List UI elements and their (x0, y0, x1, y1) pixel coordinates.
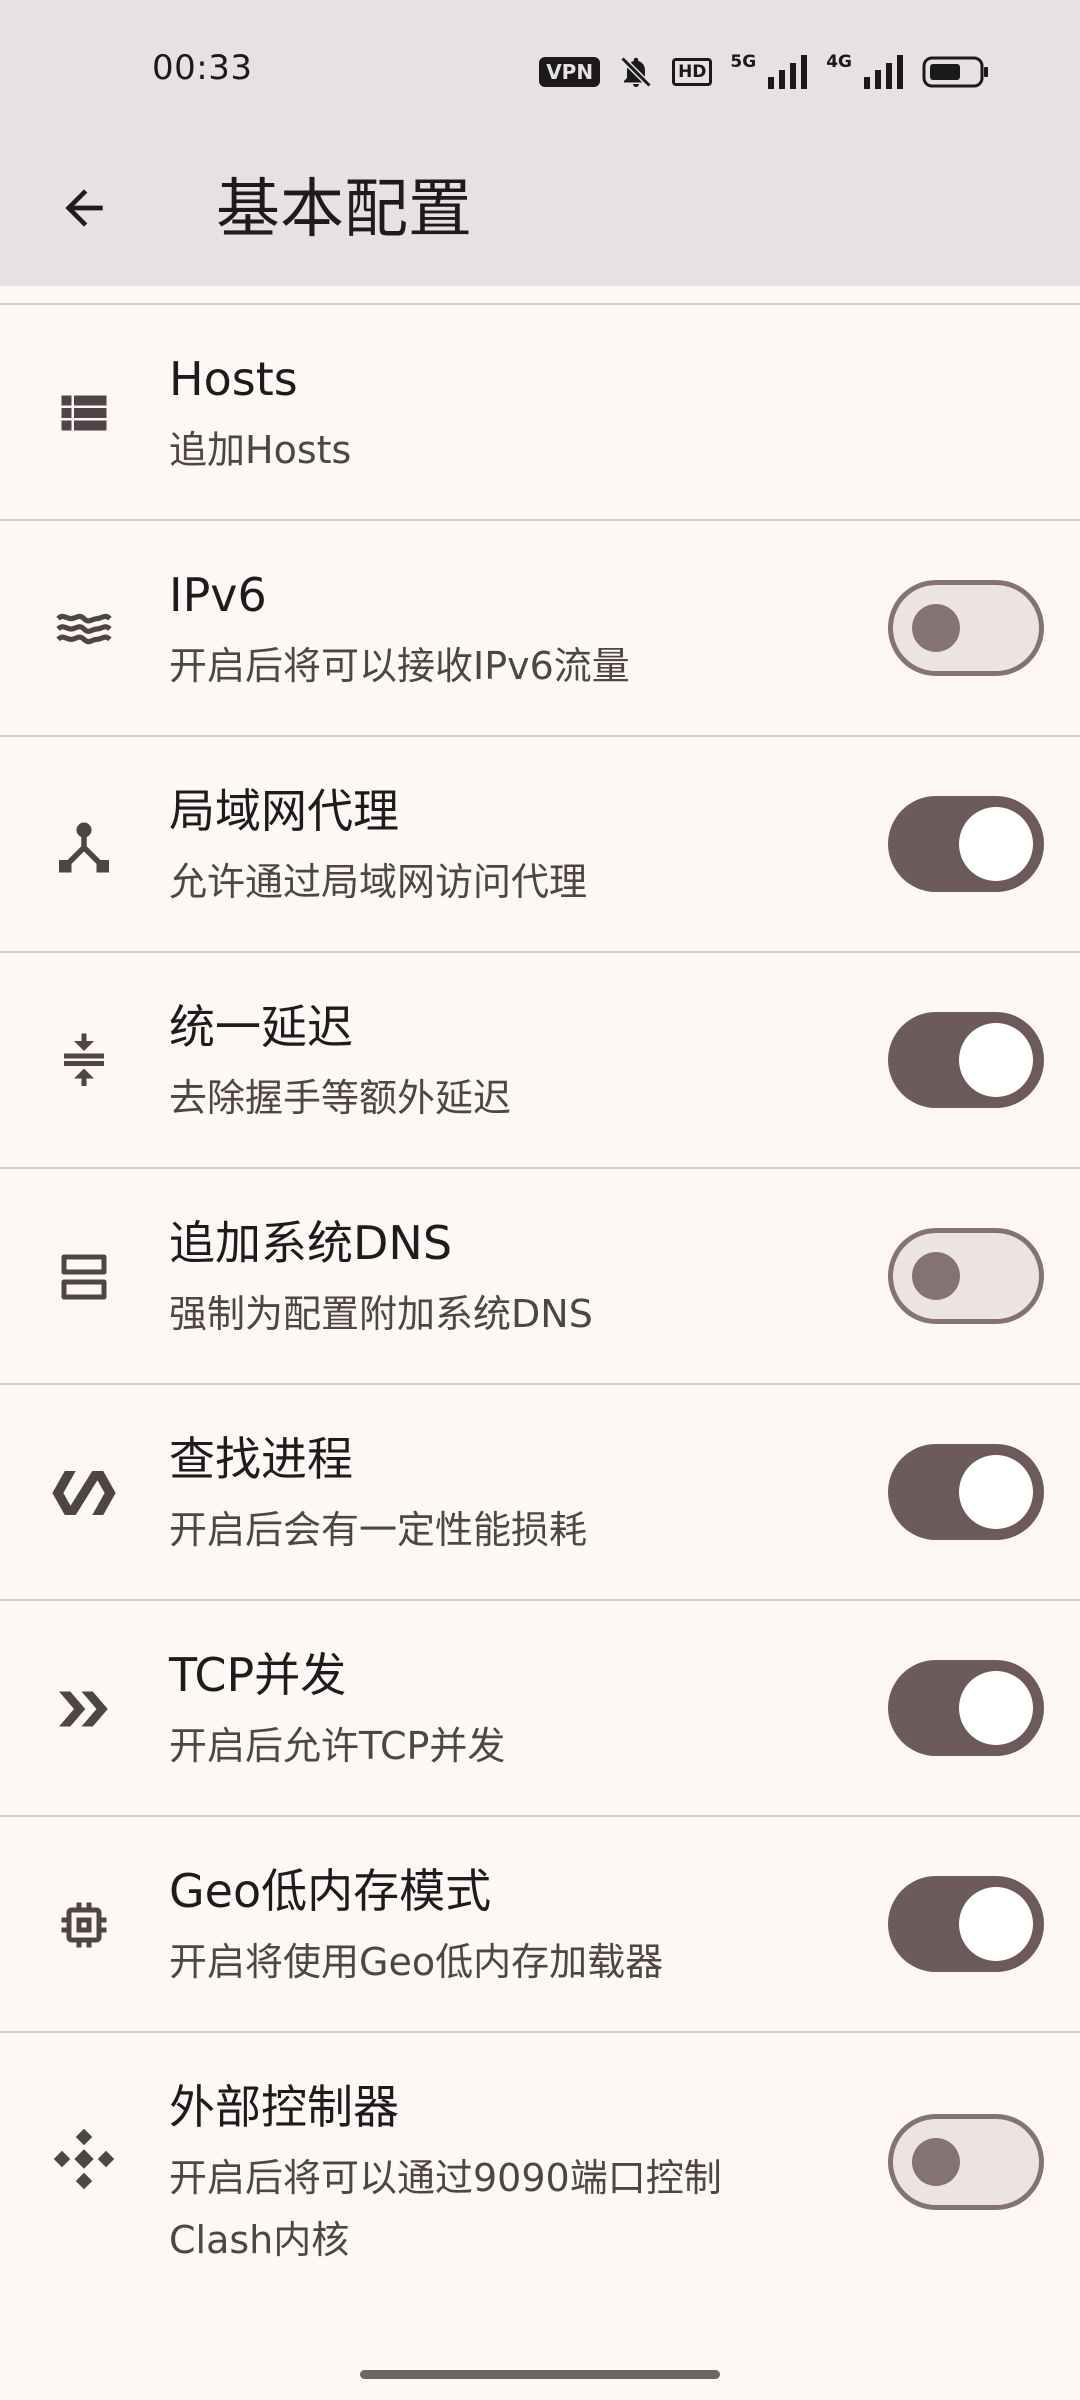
setting-title: 追加系统DNS (169, 1216, 453, 1270)
settings-list: Hosts 追加Hosts IPv6 开启后将可以接收IPv6流量 局域网代理 … (0, 305, 1080, 2283)
page-title: 基本配置 (216, 173, 472, 247)
home-indicator[interactable] (360, 2370, 720, 2379)
unified-delay-toggle[interactable] (888, 1012, 1044, 1108)
toggle-knob (959, 1887, 1033, 1961)
setting-item-lan-proxy[interactable]: 局域网代理 允许通过局域网访问代理 (0, 737, 1080, 953)
compress-icon (48, 1025, 120, 1097)
find-process-toggle[interactable] (888, 1444, 1044, 1540)
toggle-knob (912, 604, 960, 652)
double-chevron-icon (48, 1673, 120, 1745)
memory-chip-icon (48, 1889, 120, 1961)
network-5g-label: 5G (730, 52, 757, 72)
signal-4g-icon (864, 55, 903, 89)
setting-subtitle: 去除握手等额外延迟 (169, 1076, 512, 1120)
list-icon (48, 377, 120, 449)
setting-item-geo-low-memory[interactable]: Geo低内存模式 开启将使用Geo低内存加载器 (0, 1817, 1080, 2033)
ipv6-toggle[interactable] (888, 580, 1044, 676)
tcp-concurrent-toggle[interactable] (888, 1660, 1044, 1756)
setting-item-external-controller[interactable]: 外部控制器 开启后将可以通过9090端口控制Clash内核 (0, 2033, 1080, 2283)
external-controller-toggle[interactable] (888, 2114, 1044, 2210)
setting-item-ipv6[interactable]: IPv6 开启后将可以接收IPv6流量 (0, 521, 1080, 737)
status-icons: VPN HD 5G 4G (539, 50, 990, 94)
polymer-icon (48, 1457, 120, 1529)
toggle-knob (959, 1023, 1033, 1097)
setting-subtitle: 开启后将可以通过9090端口控制Clash内核 (169, 2156, 722, 2262)
setting-title: Hosts (169, 352, 298, 406)
dns-icon (48, 1241, 120, 1313)
setting-title: 统一延迟 (169, 1000, 353, 1054)
toggle-knob (959, 1455, 1033, 1529)
toggle-knob (912, 2138, 960, 2186)
arrow-back-icon (65, 189, 103, 227)
toggle-knob (959, 1671, 1033, 1745)
back-button[interactable] (40, 164, 128, 252)
toggle-knob (912, 1252, 960, 1300)
signal-5g-icon (768, 55, 808, 89)
setting-title: 局域网代理 (169, 784, 399, 838)
hd-icon: HD (672, 58, 713, 86)
setting-title: Geo低内存模式 (169, 1864, 492, 1918)
setting-item-hosts[interactable]: Hosts 追加Hosts (0, 305, 1080, 521)
setting-item-tcp-concurrent[interactable]: TCP并发 开启后允许TCP并发 (0, 1601, 1080, 1817)
setting-subtitle: 追加Hosts (169, 428, 352, 472)
setting-title: TCP并发 (169, 1648, 347, 1702)
control-diamond-icon (48, 2123, 120, 2195)
waves-icon (48, 593, 120, 665)
setting-subtitle: 允许通过局域网访问代理 (169, 860, 588, 904)
hub-icon (48, 809, 120, 881)
status-bar: 00:33 VPN HD 5G 4G (0, 0, 1080, 140)
vpn-badge: VPN (539, 57, 601, 87)
setting-title: IPv6 (169, 568, 267, 622)
battery-icon (922, 56, 988, 88)
system-dns-toggle[interactable] (888, 1228, 1044, 1324)
setting-title: 外部控制器 (169, 2080, 399, 2134)
setting-item-system-dns[interactable]: 追加系统DNS 强制为配置附加系统DNS (0, 1169, 1080, 1385)
setting-title: 查找进程 (169, 1432, 353, 1486)
status-time: 00:33 (152, 48, 253, 88)
setting-subtitle: 开启后将可以接收IPv6流量 (169, 644, 630, 688)
setting-subtitle: 开启后允许TCP并发 (169, 1724, 506, 1768)
app-bar: 基本配置 (0, 140, 1080, 286)
toggle-knob (959, 807, 1033, 881)
setting-subtitle: 强制为配置附加系统DNS (169, 1292, 593, 1336)
bell-off-icon (620, 56, 652, 88)
lan-proxy-toggle[interactable] (888, 796, 1044, 892)
setting-item-find-process[interactable]: 查找进程 开启后会有一定性能损耗 (0, 1385, 1080, 1601)
setting-item-unified-delay[interactable]: 统一延迟 去除握手等额外延迟 (0, 953, 1080, 1169)
setting-subtitle: 开启将使用Geo低内存加载器 (169, 1940, 664, 1984)
geo-low-memory-toggle[interactable] (888, 1876, 1044, 1972)
setting-subtitle: 开启后会有一定性能损耗 (169, 1508, 588, 1552)
network-4g-label: 4G (826, 52, 852, 72)
